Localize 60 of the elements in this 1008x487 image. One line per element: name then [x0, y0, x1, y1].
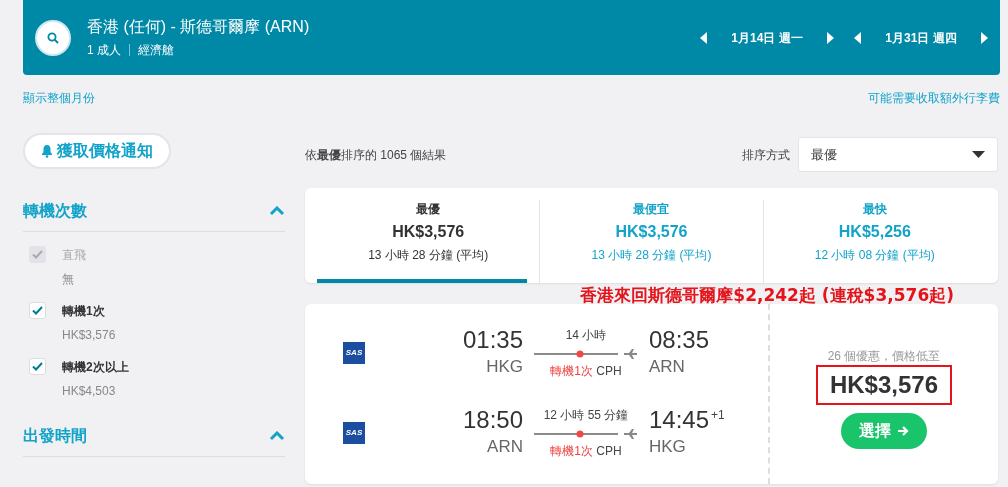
option-label: 轉機2次以上 [62, 359, 129, 376]
filter-title: 轉機次數 [23, 201, 87, 221]
flight-duration: 12 小時 55 分鐘 [542, 407, 630, 424]
checkmark-icon [32, 306, 43, 315]
via-airport: CPH [596, 444, 622, 458]
price-alert-button[interactable]: 獲取價格通知 [23, 133, 171, 169]
arrow-right-icon [897, 425, 909, 437]
day-offset: +1 [711, 407, 725, 425]
stops-count: 轉機1次 [550, 364, 593, 378]
departure-airport: ARN [486, 436, 523, 459]
departure-time: 18:50 [463, 406, 523, 435]
sort-tab[interactable]: 最優 HK$3,576 13 小時 28 分鐘 (平均) [317, 200, 541, 283]
via-airport: CPH [596, 364, 622, 378]
caret-icon [972, 151, 985, 158]
checkbox[interactable] [29, 302, 46, 319]
select-button[interactable]: 選擇 [841, 413, 927, 449]
chevron-up-icon[interactable] [269, 431, 285, 441]
route-title[interactable]: 香港 (任何) - 斯德哥爾摩 (ARN) [87, 16, 310, 37]
departure-airport: HKG [485, 356, 523, 379]
sort-value: 最優 [811, 145, 837, 164]
checkbox[interactable] [29, 358, 46, 375]
stops-count: 轉機1次 [550, 444, 593, 458]
date-selector[interactable]: 1月31日 週四 [861, 28, 981, 47]
flight-duration: 14 小時 [564, 327, 608, 344]
arrival-time: 14:45 [649, 406, 710, 435]
sort-dropdown[interactable]: 最優 [798, 137, 998, 172]
show-month-link[interactable]: 顯示整個月份 [23, 89, 95, 107]
chevron-up-icon[interactable] [269, 206, 285, 216]
arrival-airport: HKG [649, 436, 687, 459]
sort-tab[interactable]: 最快 HK$5,256 12 小時 08 分鐘 (平均) [763, 200, 986, 283]
next-date-icon[interactable] [981, 31, 988, 44]
airline-logo: SAS [343, 342, 365, 364]
bell-icon [41, 144, 53, 158]
sort-label: 排序方式 [742, 146, 790, 164]
arrival-time: 08:35 [649, 326, 710, 355]
deals-count: 26 個優惠，價格低至 [827, 348, 941, 365]
passenger-count: 1 成人 [87, 41, 121, 59]
option-price: HK$3,576 [62, 327, 116, 344]
search-icon [47, 31, 59, 44]
cabin-class: 經濟艙 [138, 41, 174, 59]
checkmark-icon [32, 250, 43, 259]
filter-title: 出發時間 [23, 426, 87, 446]
option-label: 直飛 [62, 247, 86, 264]
arrival-airport: ARN [649, 356, 686, 379]
price: HK$3,576 [815, 365, 953, 405]
results-summary: 依最優排序的 1065 個結果 [305, 146, 447, 164]
departure-time: 01:35 [463, 326, 523, 355]
option-label: 轉機1次 [62, 303, 106, 320]
next-date-icon[interactable] [827, 31, 834, 44]
checkmark-icon [32, 362, 43, 371]
option-price: HK$4,503 [62, 383, 117, 400]
annotation-text: 香港來回斯德哥爾摩$2,242起 (連稅$3,576起) [579, 286, 955, 304]
date-selector[interactable]: 1月14日 週一 [707, 28, 827, 47]
search-button[interactable] [35, 19, 71, 56]
sort-tab[interactable]: 最便宜 HK$3,576 13 小時 28 分鐘 (平均) [540, 200, 764, 283]
baggage-fee-link[interactable]: 可能需要收取額外行李費 [868, 89, 1000, 107]
previous-date-icon[interactable] [854, 31, 861, 44]
airline-logo: SAS [343, 422, 365, 444]
option-price: 無 [62, 271, 75, 288]
previous-date-icon[interactable] [700, 31, 707, 44]
